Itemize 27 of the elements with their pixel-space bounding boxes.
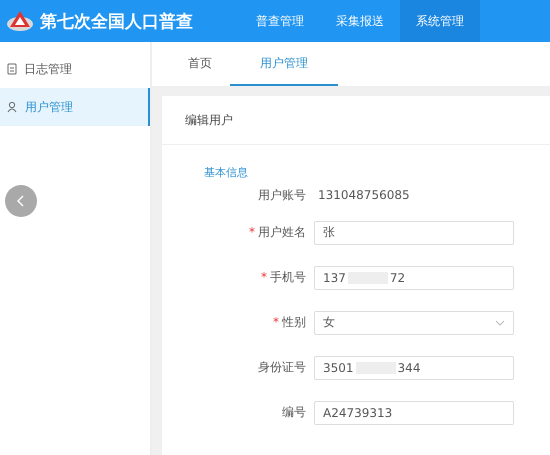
- input-field[interactable]: A24739313: [314, 400, 514, 424]
- required-mark: *: [261, 270, 267, 284]
- account-value: 131048756085: [317, 188, 410, 202]
- section-title: 基本信息: [204, 165, 249, 180]
- chevron-left-icon: [17, 195, 25, 207]
- collapse-button[interactable]: [5, 185, 37, 217]
- input-field[interactable]: 137 72: [314, 266, 514, 290]
- field-label-text: 用户账号: [258, 188, 306, 202]
- user-icon: [7, 101, 18, 113]
- sidebar-item[interactable]: 日志管理: [0, 50, 150, 88]
- input-field[interactable]: 女: [314, 310, 514, 334]
- field-label-text: 手机号: [270, 270, 306, 284]
- field-label-text: 性别: [282, 315, 306, 329]
- required-mark: *: [273, 315, 279, 329]
- nav-tab[interactable]: 系统管理: [400, 0, 480, 42]
- field-label-text: 编号: [282, 405, 306, 419]
- tab[interactable]: 首页: [170, 42, 230, 86]
- logo-icon: [6, 9, 34, 33]
- field-label-text: 身份证号: [258, 360, 306, 374]
- input-field[interactable]: 张: [314, 220, 514, 244]
- chevron-down-icon: [495, 320, 505, 326]
- card-title: 编辑用户: [185, 112, 233, 128]
- document-icon: [7, 63, 17, 75]
- required-mark: *: [249, 225, 255, 239]
- field-label-text: 用户姓名: [258, 225, 306, 239]
- input-field[interactable]: 3501 344: [314, 356, 514, 380]
- app-title: 第七次全国人口普查: [40, 10, 194, 32]
